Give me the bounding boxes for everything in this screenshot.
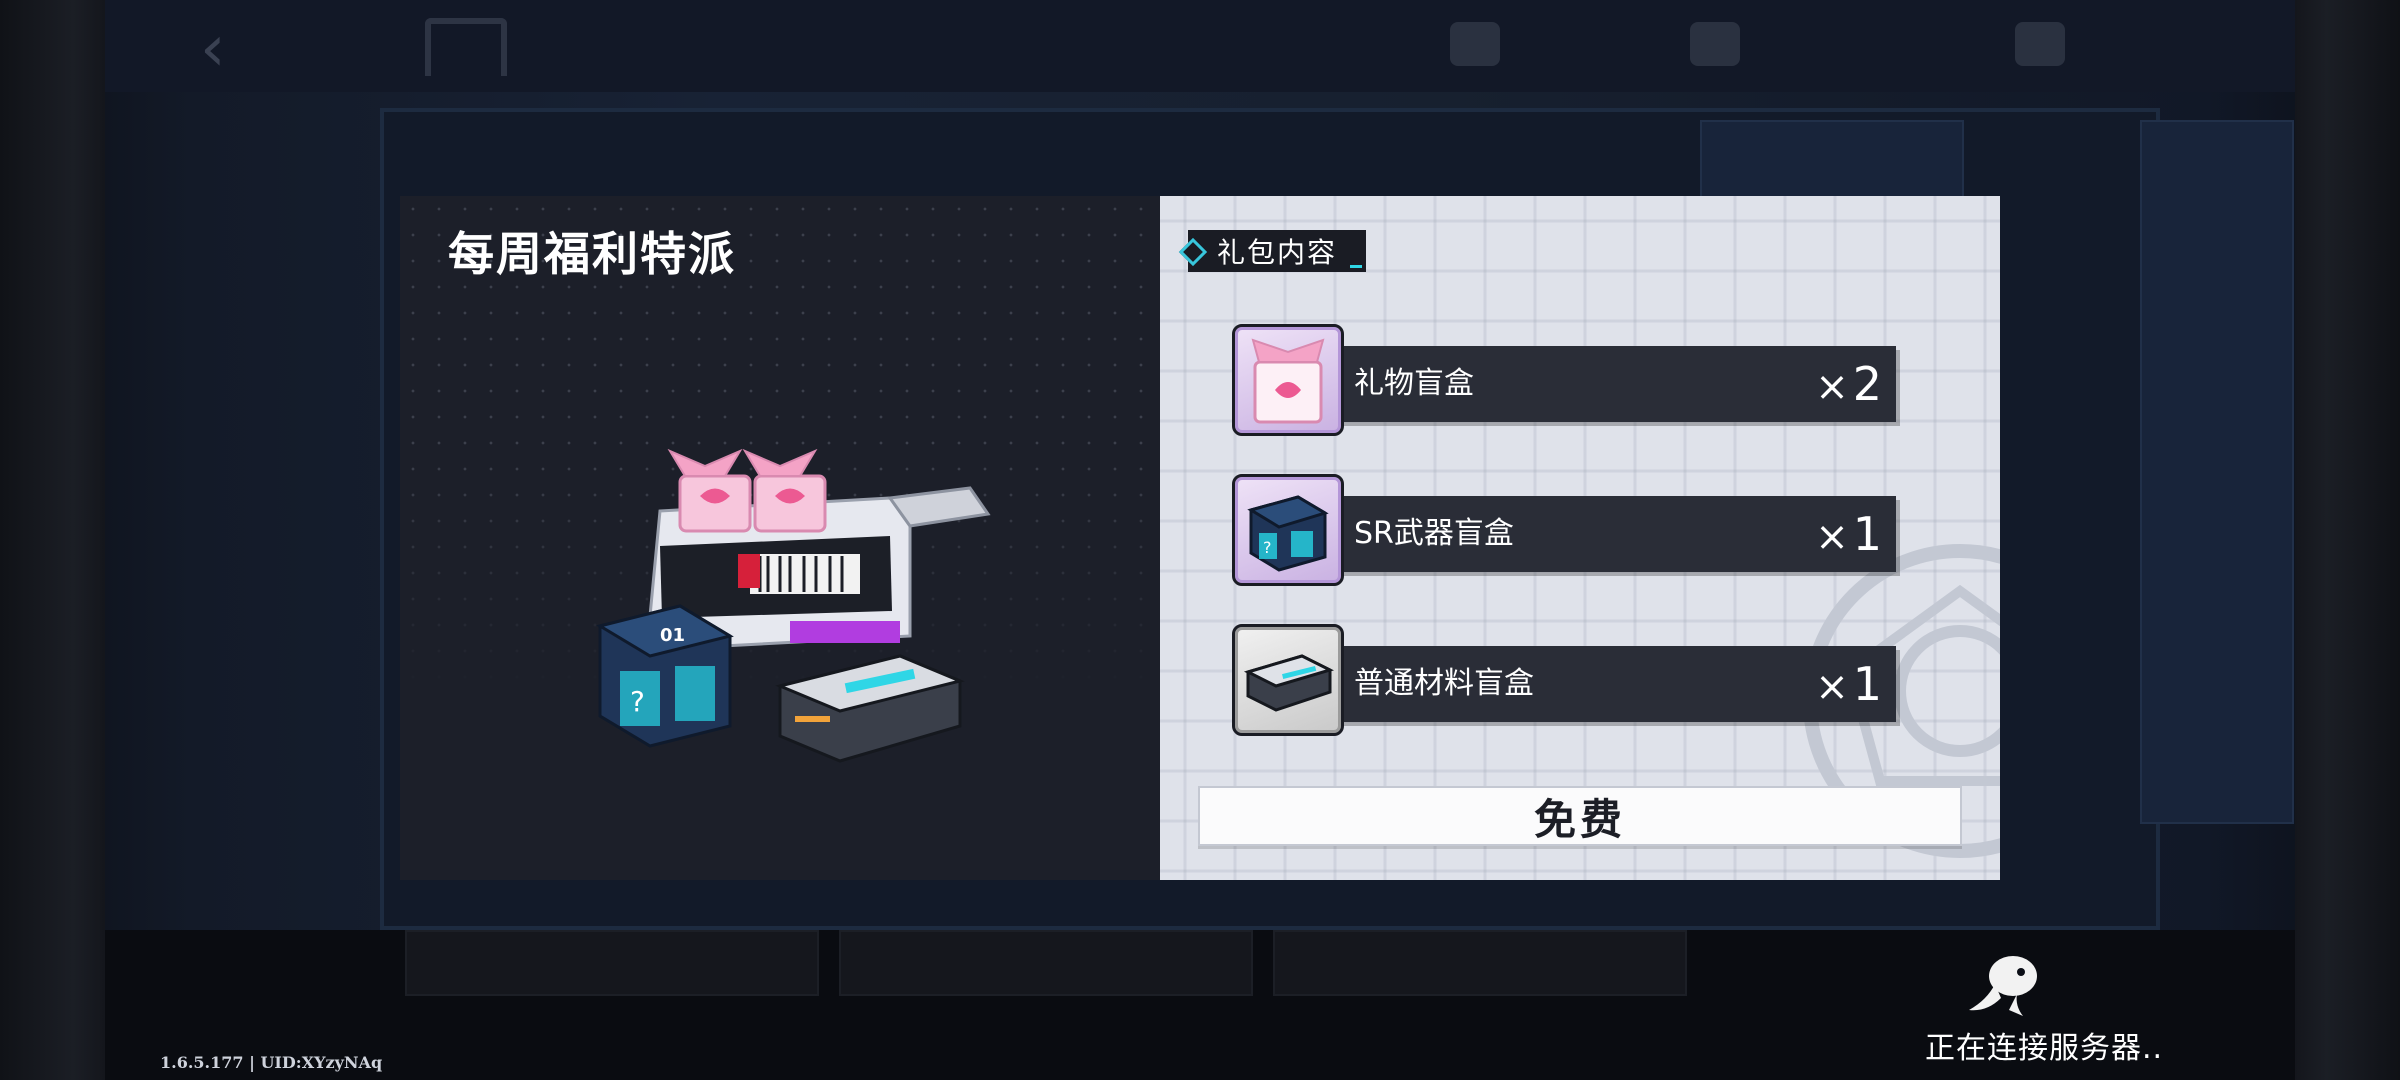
section-label-text: 礼包内容	[1216, 236, 1337, 269]
back-icon: ‹	[200, 12, 226, 86]
gift-item-bar: 普通材料盲盒 ×1	[1332, 646, 1896, 722]
connecting-status: 正在连接服务器..	[1925, 1031, 2164, 1066]
svg-text:01: 01	[660, 625, 685, 646]
gift-item-row[interactable]: 普通材料盲盒 ×1	[1232, 624, 1916, 740]
background-right-edge	[2295, 0, 2400, 1080]
gift-item-quantity: ×2	[1815, 346, 1882, 425]
quantity-multiplier: ×	[1815, 364, 1849, 410]
background-left-edge	[0, 0, 105, 1080]
quantity-multiplier: ×	[1815, 514, 1849, 560]
gift-item-quantity: ×1	[1815, 496, 1882, 575]
section-label: 礼包内容	[1188, 230, 1366, 272]
gift-item-quantity: ×1	[1815, 646, 1882, 725]
gift-bag-icon-art	[1251, 338, 1325, 424]
diamond-icon	[1690, 22, 1740, 66]
gift-item-row[interactable]: 礼物盲盒 ×2	[1232, 324, 1916, 440]
gift-item-name: 普通材料盲盒	[1354, 666, 1534, 701]
svg-text:?: ?	[630, 685, 645, 718]
dialog-title: 每周福利特派	[448, 227, 736, 281]
gift-item-row[interactable]: SR武器盲盒 ×1 ?	[1232, 474, 1916, 590]
section-label-accent	[1350, 265, 1362, 268]
free-claim-button[interactable]: 免费	[1198, 786, 1962, 846]
background-card-2	[2140, 120, 2294, 824]
quantity-multiplier: ×	[1815, 664, 1849, 710]
background-tab	[1273, 930, 1687, 996]
diamond-display	[1690, 22, 1740, 66]
quantity-value: 1	[1852, 507, 1882, 561]
background-tab	[839, 930, 1253, 996]
loading-mascot-icon	[1969, 956, 2037, 1016]
mail-icon	[2015, 22, 2065, 66]
quantity-value: 2	[1852, 357, 1882, 411]
gift-item-bar: SR武器盲盒 ×1	[1332, 496, 1896, 572]
background-tab	[405, 930, 819, 996]
gift-preview-panel: 每周福利特派 ? 01	[400, 196, 1160, 880]
weapon-box-icon-art: ?	[1247, 495, 1329, 572]
gift-bag-icon[interactable]	[1232, 324, 1344, 436]
gift-item-name: 礼物盲盒	[1354, 366, 1474, 401]
material-box-icon-art	[1243, 654, 1334, 712]
weekly-gift-dialog: 每周福利特派 ? 01 礼包内容 礼物盲盒 ×2 SR武器盲盒 ×1 ? 普通材…	[400, 196, 2000, 880]
currency-icon	[1450, 22, 1500, 66]
quantity-value: 1	[1852, 657, 1882, 711]
home-icon	[425, 18, 507, 76]
mail-display	[2015, 22, 2065, 66]
gift-item-name: SR武器盲盒	[1354, 516, 1514, 551]
gift-bundle-illustration: ? 01	[596, 448, 991, 763]
gift-item-bar: 礼物盲盒 ×2	[1332, 346, 1896, 422]
svg-text:?: ?	[1263, 538, 1272, 557]
currency-display	[1450, 22, 1500, 66]
background-nav-1	[175, 240, 285, 310]
weapon-box-icon[interactable]: ?	[1232, 474, 1344, 586]
version-uid-label: 1.6.5.177 | UID:XYzyNAq	[160, 1053, 383, 1072]
material-box-icon[interactable]	[1232, 624, 1344, 736]
background-tabs	[405, 930, 1687, 996]
